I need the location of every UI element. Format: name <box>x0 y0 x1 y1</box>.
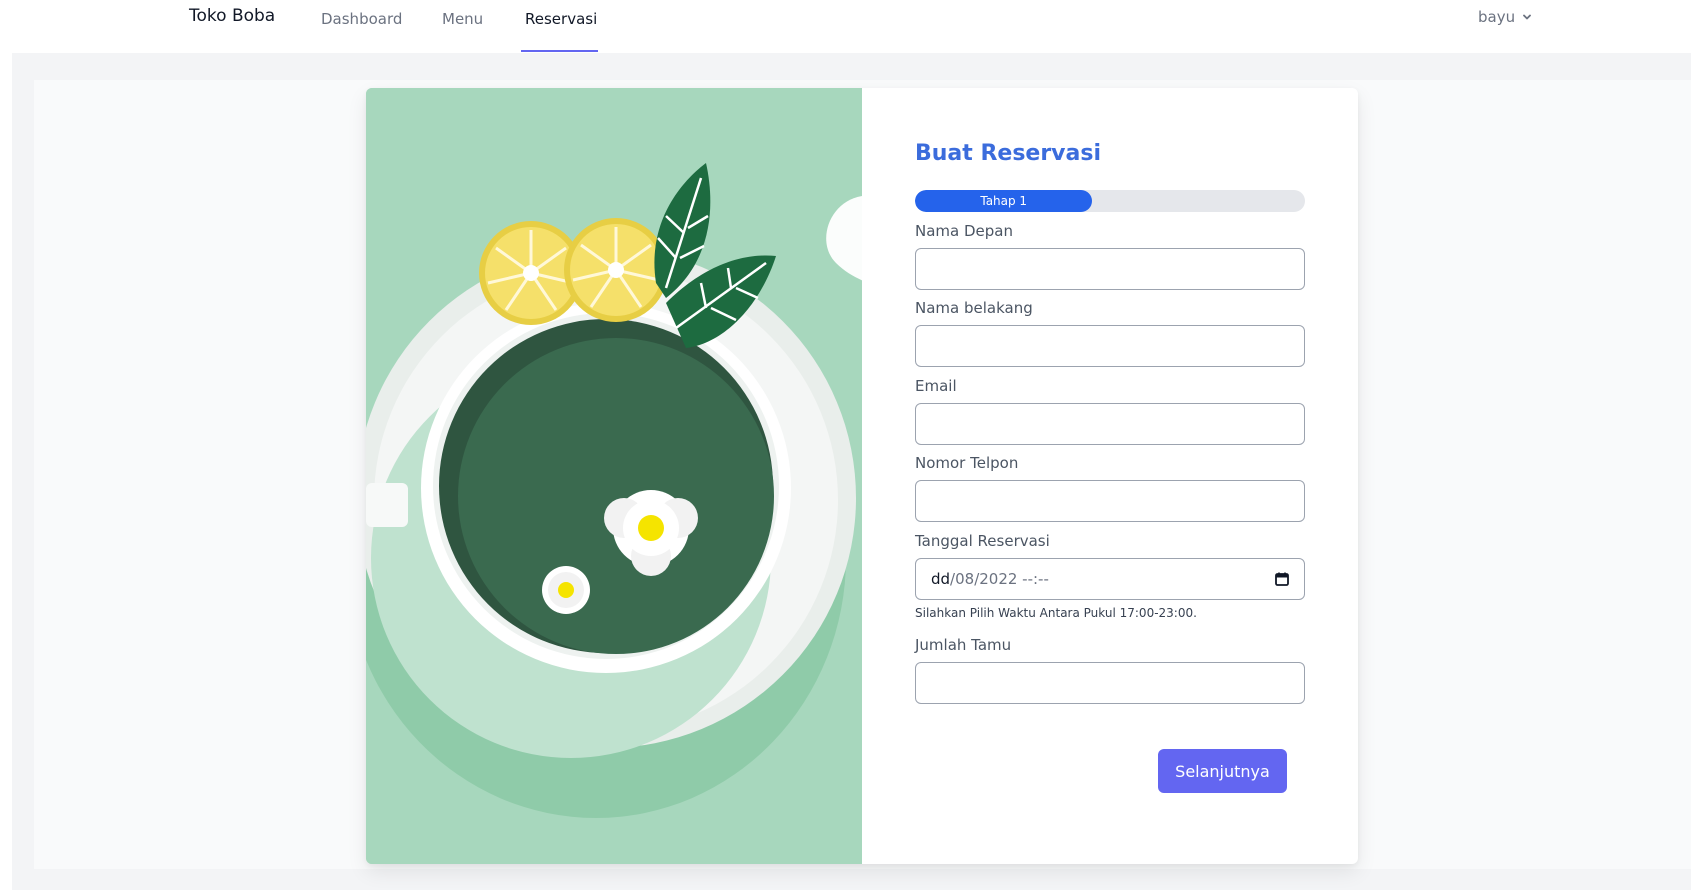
time-help-text: Silahkan Pilih Waktu Antara Pukul 17:00-… <box>915 606 1197 620</box>
nav-link-reservasi[interactable]: Reservasi <box>525 10 597 28</box>
brand-logo[interactable]: Toko Boba <box>189 6 275 26</box>
last-name-label: Nama belakang <box>915 299 1033 317</box>
top-navbar: Toko Boba Dashboard Menu Reservasi bayu <box>0 0 1691 53</box>
step-progress-fill: Tahap 1 <box>915 190 1093 212</box>
nav-link-menu[interactable]: Menu <box>442 10 483 28</box>
tea-cup-illustration <box>366 88 862 864</box>
reservation-datetime-input[interactable]: dd/08/2022 --:-- <box>915 558 1305 600</box>
phone-label: Nomor Telpon <box>915 454 1019 472</box>
first-name-input[interactable] <box>915 248 1305 290</box>
nav-link-dashboard[interactable]: Dashboard <box>321 10 402 28</box>
active-tab-indicator <box>521 50 598 52</box>
user-menu-dropdown[interactable]: bayu <box>1478 8 1533 26</box>
last-name-input[interactable] <box>915 325 1305 367</box>
reservation-date-label: Tanggal Reservasi <box>915 532 1050 550</box>
date-rest-value: /08/2022 --:-- <box>950 570 1049 588</box>
chevron-down-icon <box>1523 14 1532 20</box>
guest-count-input[interactable] <box>915 662 1305 704</box>
user-name: bayu <box>1478 8 1516 26</box>
reservation-form: Buat Reservasi Tahap 1 Nama Depan Nama b… <box>915 88 1305 864</box>
email-label: Email <box>915 377 957 395</box>
reservation-card: Buat Reservasi Tahap 1 Nama Depan Nama b… <box>366 88 1358 864</box>
date-day-placeholder: dd <box>931 570 951 588</box>
form-title: Buat Reservasi <box>915 141 1102 166</box>
step-progress-bar: Tahap 1 <box>915 190 1305 212</box>
next-button[interactable]: Selanjutnya <box>1158 749 1287 793</box>
datetime-value: dd/08/2022 --:-- <box>931 570 1049 588</box>
phone-input[interactable] <box>915 480 1305 522</box>
email-input[interactable] <box>915 403 1305 445</box>
guest-count-label: Jumlah Tamu <box>915 636 1012 654</box>
calendar-icon[interactable] <box>1274 571 1290 587</box>
first-name-label: Nama Depan <box>915 222 1013 240</box>
tea-cup-image <box>366 88 862 864</box>
